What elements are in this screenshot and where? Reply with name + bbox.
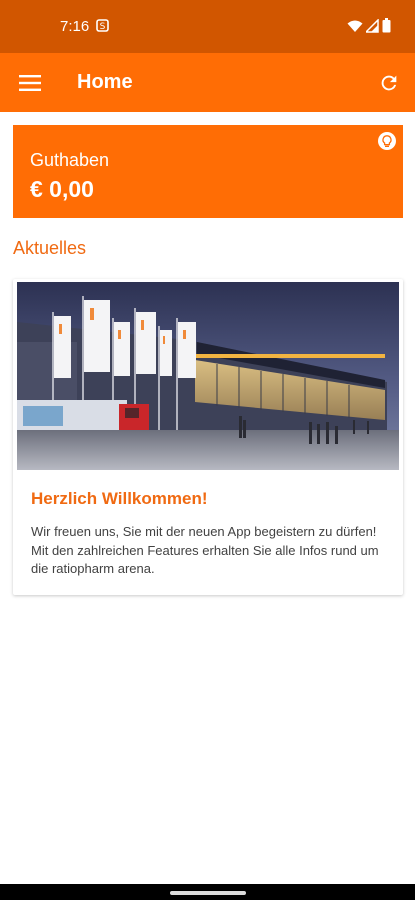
balance-value: € 0,00 — [30, 176, 94, 202]
news-section-title: Aktuelles — [13, 238, 87, 258]
status-time: 7:16 — [60, 18, 90, 35]
balance-card[interactable]: Guthaben € 0,00 — [13, 125, 403, 218]
refresh-button[interactable] — [371, 65, 407, 101]
home-gesture-handle[interactable] — [170, 891, 246, 895]
news-title: Herzlich Willkommen! — [31, 489, 208, 508]
lightbulb-icon — [382, 134, 392, 147]
balance-label: Guthaben — [30, 150, 110, 170]
info-button[interactable] — [378, 132, 396, 150]
news-text: Wir freuen uns, Sie mit der neuen App be… — [31, 524, 379, 576]
page-title: Home — [77, 71, 133, 93]
signal-icon — [366, 18, 379, 33]
hamburger-menu-icon — [19, 75, 41, 91]
battery-icon — [382, 18, 391, 33]
svg-text:S: S — [100, 22, 106, 32]
status-bar: 7:16 S — [0, 0, 415, 53]
wifi-icon — [347, 20, 363, 32]
menu-button[interactable] — [12, 65, 48, 101]
news-card[interactable]: Herzlich Willkommen! Wir freuen uns, Sie… — [13, 279, 403, 595]
arena-exterior-photo — [17, 282, 399, 470]
system-nav-bar — [0, 884, 415, 900]
app-bar: Home — [0, 53, 415, 112]
refresh-icon — [381, 75, 397, 91]
status-icons — [347, 18, 391, 33]
sim-icon: S — [96, 19, 109, 32]
